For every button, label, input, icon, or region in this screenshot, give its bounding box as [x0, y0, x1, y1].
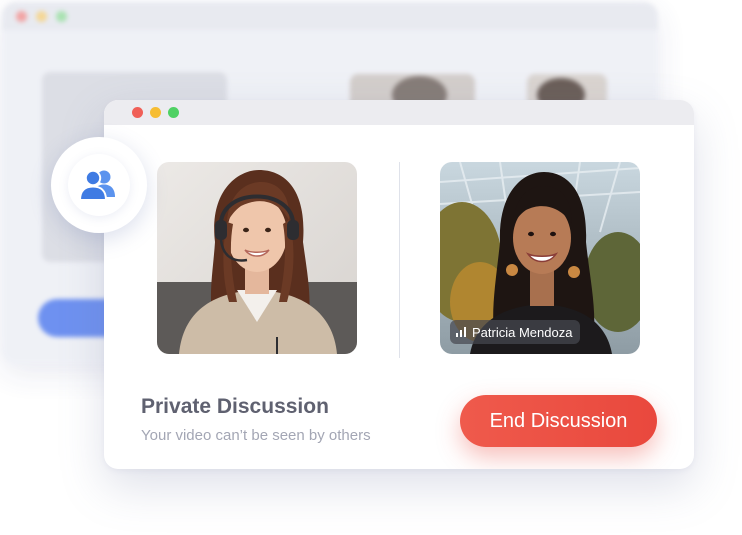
background-minimize-dot: [36, 11, 47, 22]
end-discussion-button[interactable]: End Discussion: [460, 395, 657, 447]
background-close-dot: [16, 11, 27, 22]
background-maximize-dot: [56, 11, 67, 22]
window-titlebar: [104, 100, 694, 125]
call-window: Patricia Mendoza Private Discussion Your…: [104, 100, 694, 469]
people-group-icon: [78, 169, 115, 201]
participant-video-1: [157, 162, 357, 354]
participant-name: Patricia Mendoza: [472, 324, 573, 340]
window-minimize-button[interactable]: [150, 107, 161, 118]
video-divider: [399, 162, 400, 358]
discussion-subtitle: Your video can’t be seen by others: [141, 427, 371, 444]
participant-name-tag: Patricia Mendoza: [450, 320, 581, 344]
signal-bars-icon: [456, 327, 466, 337]
group-badge: [51, 137, 147, 233]
window-close-button[interactable]: [132, 107, 143, 118]
group-badge-inner: [68, 154, 130, 216]
window-maximize-button[interactable]: [168, 107, 179, 118]
background-window-titlebar: [2, 2, 658, 30]
participant-video-2: Patricia Mendoza: [440, 162, 640, 354]
participant-photo-woman-headset: [157, 162, 357, 354]
discussion-title: Private Discussion: [141, 395, 329, 418]
